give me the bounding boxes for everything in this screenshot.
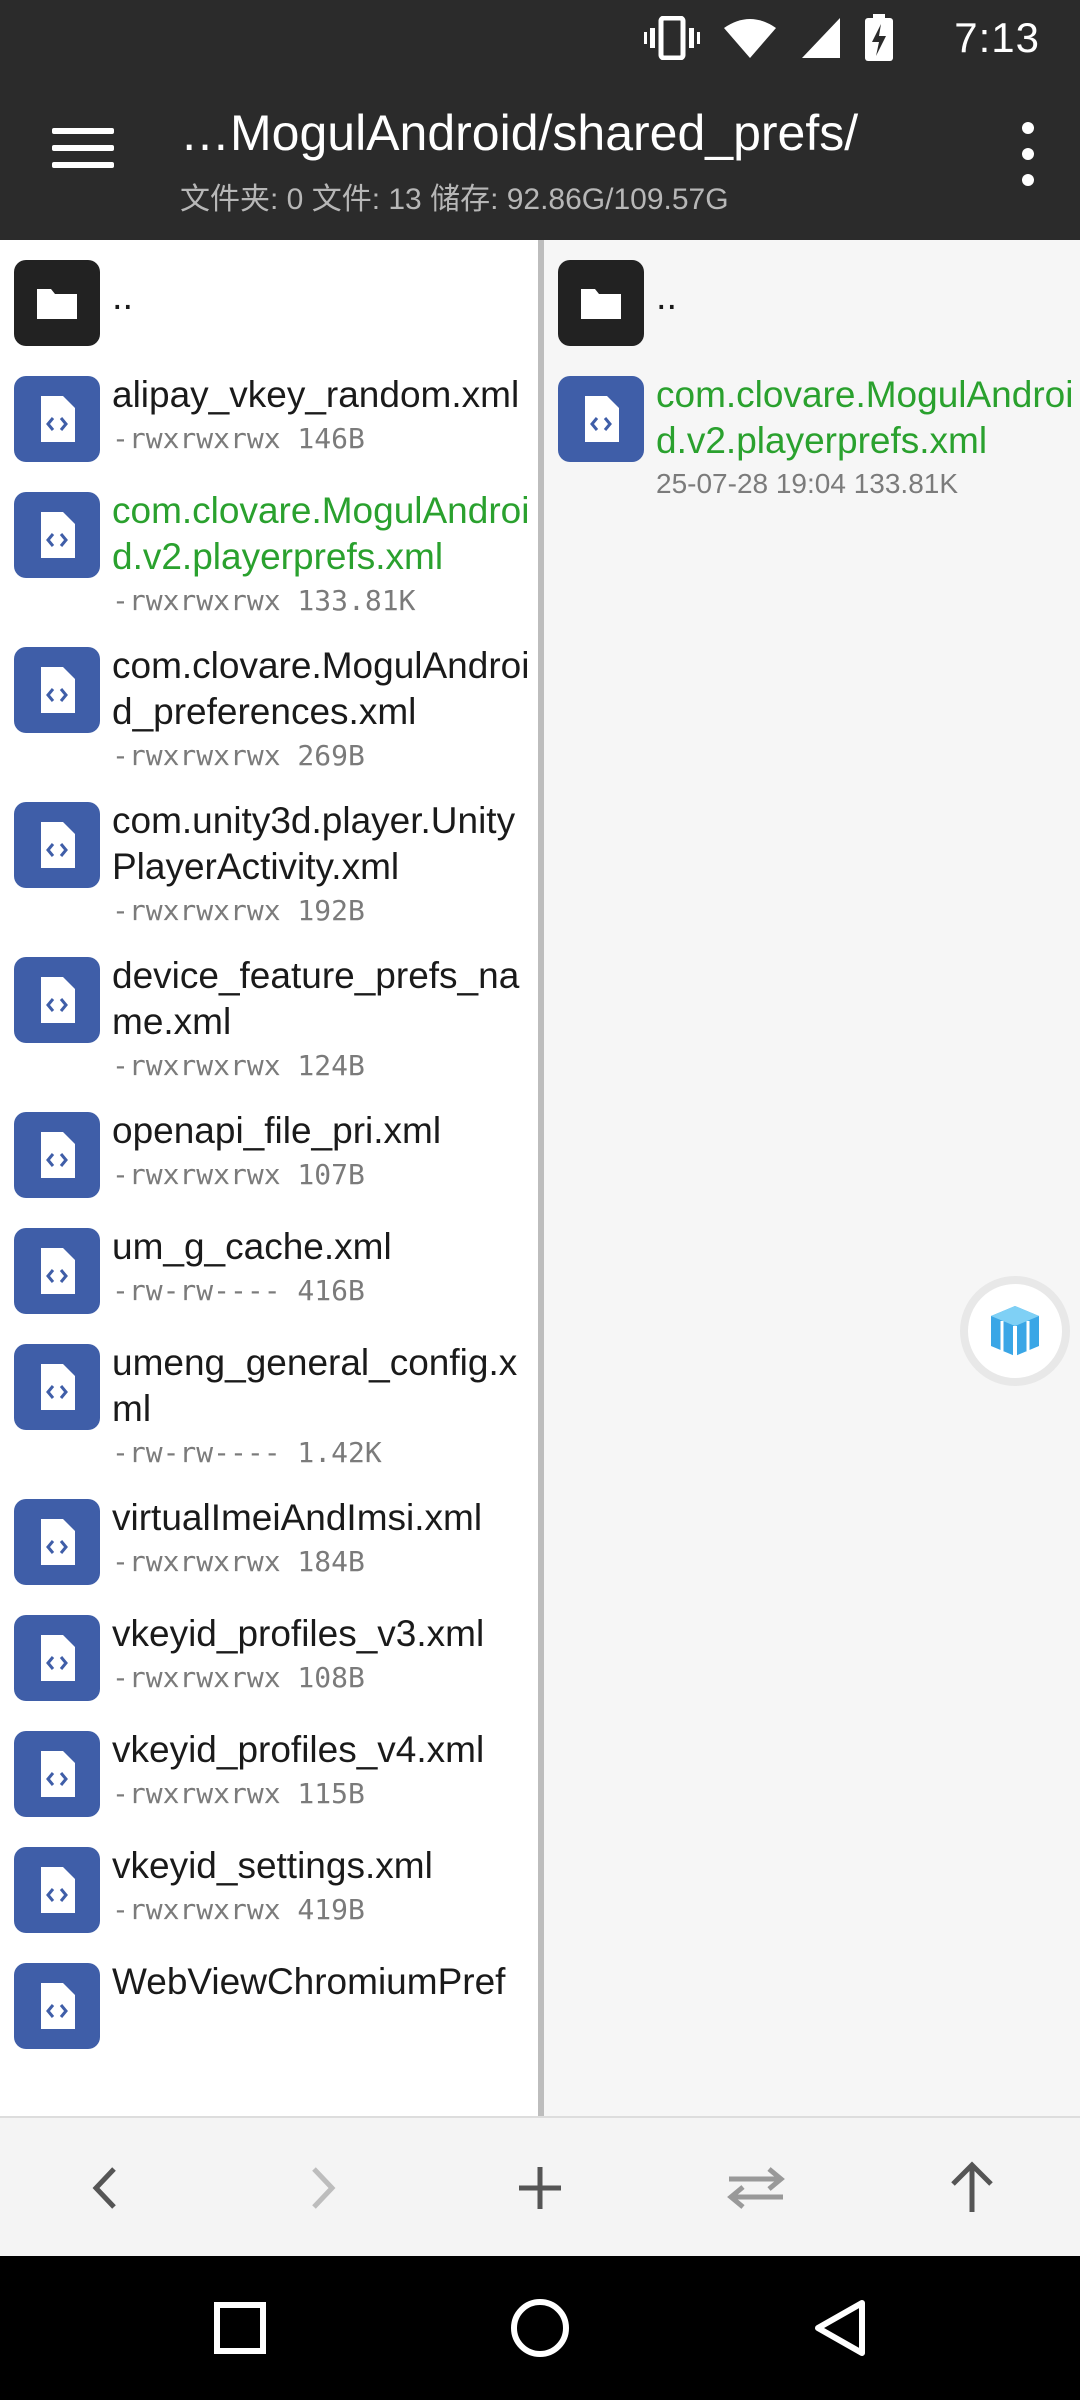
file-row[interactable]: vkeyid_settings.xml -rwxrwxrwx 419B — [0, 1817, 538, 1933]
xml-file-icon — [558, 376, 644, 462]
parent-dir-row[interactable]: .. — [544, 240, 1080, 346]
path-title: …MogulAndroid/shared_prefs/ — [180, 105, 859, 161]
file-meta: -rwxrwxrwx 419B — [112, 1893, 365, 1926]
xml-file-icon — [14, 647, 100, 733]
xml-file-icon — [14, 1615, 100, 1701]
status-icons: 7:13 — [644, 8, 1040, 68]
swap-panes-button[interactable] — [716, 2148, 796, 2228]
file-row[interactable]: vkeyid_profiles_v4.xml -rwxrwxrwx 115B — [0, 1701, 538, 1817]
back-nav-button[interactable] — [800, 2288, 880, 2368]
file-row[interactable]: WebViewChromiumPref — [0, 1933, 538, 2049]
xml-file-icon — [14, 1963, 100, 2049]
battery-charging-icon — [865, 14, 894, 61]
file-meta: -rwxrwxrwx 133.81K — [112, 584, 416, 617]
left-file-pane[interactable]: .. alipay_vkey_random.xml -rwxrwxrwx 146B… — [0, 240, 538, 2116]
file-name: com.clovare.MogulAndroid.v2.playerprefs.… — [112, 490, 530, 577]
chevron-left-icon — [92, 2167, 116, 2209]
up-directory-button[interactable] — [932, 2148, 1012, 2228]
menu-icon — [52, 128, 114, 134]
xml-file-icon — [14, 1731, 100, 1817]
xml-file-icon — [14, 1847, 100, 1933]
plus-icon — [519, 2167, 561, 2209]
parent-dir-label: .. — [112, 276, 134, 318]
file-name: vkeyid_settings.xml — [112, 1845, 433, 1886]
file-meta: -rwxrwxrwx 269B — [112, 739, 365, 772]
more-vert-icon — [1022, 122, 1034, 134]
file-meta: -rwxrwxrwx 107B — [112, 1158, 365, 1191]
parent-dir-label: .. — [656, 276, 678, 318]
file-meta: -rwxrwxrwx 184B — [112, 1545, 365, 1578]
menu-button[interactable] — [52, 128, 114, 176]
file-row[interactable]: vkeyid_profiles_v3.xml -rwxrwxrwx 108B — [0, 1585, 538, 1701]
xml-file-icon — [14, 1112, 100, 1198]
wifi-icon — [724, 19, 777, 58]
file-name: vkeyid_profiles_v4.xml — [112, 1729, 485, 1770]
file-row[interactable]: um_g_cache.xml -rw-rw---- 416B — [0, 1198, 538, 1314]
app-bar: …MogulAndroid/shared_prefs/ 文件夹: 0 文件: 1… — [0, 76, 1080, 240]
file-row[interactable]: com.clovare.MogulAndroid_preferences.xml… — [0, 617, 538, 772]
left-file-list: alipay_vkey_random.xml -rwxrwxrwx 146B com… — [0, 346, 538, 2049]
signal-icon — [802, 18, 841, 58]
file-row[interactable]: com.clovare.MogulAndroid.v2.playerprefs.… — [0, 462, 538, 617]
file-meta: 25-07-28 19:04 133.81K — [656, 468, 959, 499]
file-meta: -rw-rw---- 416B — [112, 1274, 365, 1307]
file-name: umeng_general_config.xml — [112, 1342, 518, 1429]
file-row[interactable]: virtualImeiAndImsi.xml -rwxrwxrwx 184B — [0, 1469, 538, 1585]
cube-icon — [991, 1306, 1039, 1356]
xml-file-icon — [14, 1228, 100, 1314]
add-button[interactable] — [500, 2148, 580, 2228]
xml-file-icon — [14, 376, 100, 462]
xml-file-icon — [14, 1344, 100, 1430]
file-row[interactable]: alipay_vkey_random.xml -rwxrwxrwx 146B — [0, 346, 538, 462]
file-name: openapi_file_pri.xml — [112, 1110, 442, 1151]
file-meta: -rwxrwxrwx 146B — [112, 422, 365, 455]
file-name: com.clovare.MogulAndroid_preferences.xml — [112, 645, 530, 732]
parent-dir-row[interactable]: .. — [0, 240, 538, 346]
right-file-pane[interactable]: .. com.clovare.MogulAndroid.v2.playerpre… — [544, 240, 1080, 2116]
xml-file-icon — [14, 802, 100, 888]
file-name: vkeyid_profiles_v3.xml — [112, 1613, 485, 1654]
square-icon — [214, 2302, 266, 2354]
file-name: device_feature_prefs_name.xml — [112, 955, 520, 1042]
xml-file-icon — [14, 492, 100, 578]
file-name: WebViewChromiumPref — [112, 1961, 506, 2002]
storage-summary: 文件夹: 0 文件: 13 储存: 92.86G/109.57G — [180, 183, 729, 216]
more-options-button[interactable] — [1006, 122, 1050, 186]
file-row[interactable]: com.unity3d.player.UnityPlayerActivity.x… — [0, 772, 538, 927]
file-row[interactable]: device_feature_prefs_name.xml -rwxrwxrwx … — [0, 927, 538, 1082]
forward-button[interactable] — [282, 2148, 362, 2228]
recents-button[interactable] — [200, 2288, 280, 2368]
right-file-list: com.clovare.MogulAndroid.v2.playerprefs.… — [544, 346, 1080, 500]
file-name: alipay_vkey_random.xml — [112, 374, 520, 415]
system-nav-bar — [0, 2256, 1080, 2400]
triangle-back-icon — [815, 2300, 865, 2356]
file-meta: -rwxrwxrwx 115B — [112, 1777, 365, 1810]
vibrate-icon — [644, 16, 701, 60]
home-button[interactable] — [500, 2288, 580, 2368]
xml-file-icon — [14, 1499, 100, 1585]
file-row[interactable]: com.clovare.MogulAndroid.v2.playerprefs.… — [544, 346, 1080, 500]
circle-icon — [511, 2299, 569, 2357]
chevron-right-icon — [312, 2167, 336, 2209]
swap-icon — [727, 2167, 785, 2209]
folder-icon — [14, 260, 100, 346]
xml-file-icon — [14, 957, 100, 1043]
file-meta: -rwxrwxrwx 108B — [112, 1661, 365, 1694]
file-name: com.clovare.MogulAndroid.v2.playerprefs.… — [656, 374, 1074, 461]
file-name: um_g_cache.xml — [112, 1226, 392, 1267]
arrow-up-icon — [951, 2161, 993, 2212]
file-meta: -rw-rw---- 1.42K — [112, 1436, 382, 1469]
file-name: com.unity3d.player.UnityPlayerActivity.x… — [112, 800, 516, 887]
file-meta: -rwxrwxrwx 124B — [112, 1049, 365, 1082]
file-name: virtualImeiAndImsi.xml — [112, 1497, 483, 1538]
file-row[interactable]: umeng_general_config.xml -rw-rw---- 1.42K — [0, 1314, 538, 1469]
floating-tool-button[interactable] — [960, 1276, 1070, 1386]
status-bar: 7:13 — [0, 0, 1080, 76]
bottom-toolbar — [0, 2116, 1080, 2256]
back-button[interactable] — [66, 2148, 146, 2228]
file-meta: -rwxrwxrwx 192B — [112, 894, 365, 927]
status-time: 7:13 — [954, 14, 1040, 61]
file-row[interactable]: openapi_file_pri.xml -rwxrwxrwx 107B — [0, 1082, 538, 1198]
folder-icon — [558, 260, 644, 346]
